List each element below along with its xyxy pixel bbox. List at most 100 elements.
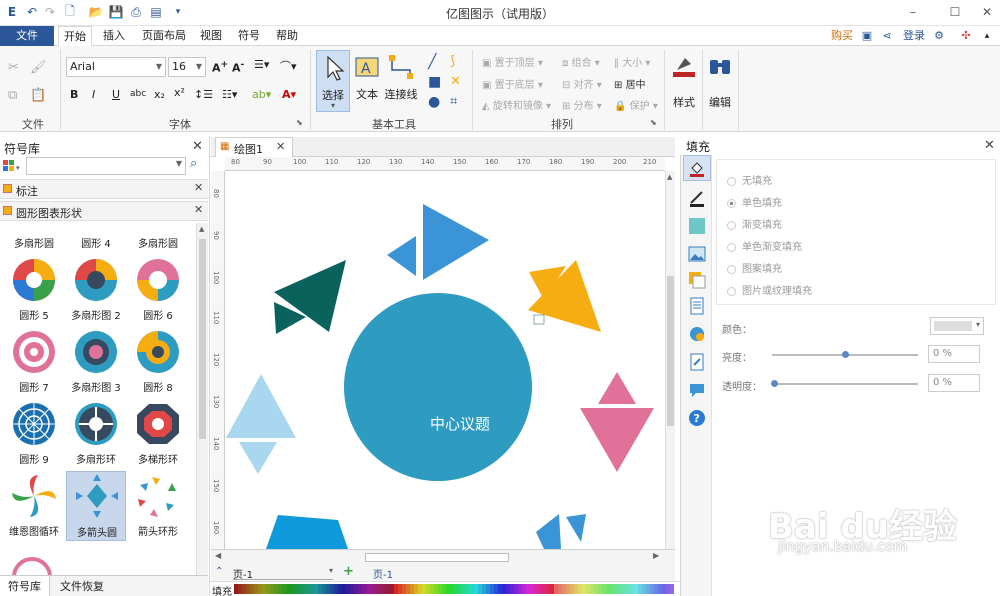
scroll-thumb[interactable]: [667, 276, 674, 426]
edit-button[interactable]: 编辑: [704, 50, 736, 112]
crop-icon[interactable]: ⌗: [450, 94, 457, 109]
curve-text-icon[interactable]: ⌒▾: [280, 58, 297, 74]
font-name-select[interactable]: Arial ▼: [66, 57, 166, 77]
line-style-icon[interactable]: [688, 189, 706, 207]
fill-option-texture[interactable]: 图片或纹理填充: [727, 282, 812, 297]
line-icon[interactable]: ╱: [428, 54, 436, 70]
brightness-slider-knob[interactable]: [842, 351, 849, 358]
selection-handle[interactable]: [533, 314, 545, 325]
file-menu-button[interactable]: 文件: [0, 26, 54, 46]
close-section-icon[interactable]: ✕: [194, 203, 203, 216]
arrow-shape-top-small[interactable]: [387, 236, 416, 276]
shape-item[interactable]: 多扇形环: [66, 401, 126, 469]
format-painter-icon[interactable]: 🖌: [30, 60, 47, 75]
grow-font-icon[interactable]: A+: [212, 59, 228, 75]
arrow-shape-left[interactable]: [226, 374, 296, 438]
rectangle-icon[interactable]: ■: [428, 74, 441, 90]
font-dialog-launcher-icon[interactable]: ⬊: [296, 118, 303, 127]
arrow-shape-top[interactable]: [423, 204, 489, 280]
tab-view[interactable]: 视图: [196, 26, 226, 46]
select-tool-button[interactable]: 选择 ▾: [316, 50, 350, 112]
help-icon[interactable]: ?: [688, 409, 706, 427]
copy-icon[interactable]: ⧉: [8, 88, 17, 103]
minimize-button[interactable]: –: [902, 2, 924, 22]
close-fill-panel-icon[interactable]: ✕: [984, 138, 995, 153]
shadow-icon[interactable]: [688, 217, 706, 235]
library-menu-button[interactable]: ▾: [2, 157, 24, 175]
fill-option-none[interactable]: 无填充: [727, 172, 772, 187]
arrow-shape-left-small[interactable]: [239, 442, 277, 474]
buy-link[interactable]: 购买: [828, 26, 856, 46]
strikethrough-icon[interactable]: abc: [130, 89, 146, 99]
page-selector[interactable]: 页-1 ▾: [233, 566, 333, 581]
center-button[interactable]: ⊞ 居中: [614, 76, 646, 91]
tab-file-recovery[interactable]: 文件恢复: [60, 578, 104, 594]
ellipse-icon[interactable]: ●: [428, 94, 440, 110]
rotate-mirror-button[interactable]: ◭ 旋转和镜像 ▾: [482, 97, 551, 112]
search-icon[interactable]: ⌕: [190, 156, 197, 171]
shape-item[interactable]: 多扇形图 2: [66, 257, 126, 325]
color-swatch[interactable]: [670, 584, 674, 594]
superscript-icon[interactable]: x²: [174, 86, 185, 99]
distribute-button[interactable]: ⊞ 分布 ▾: [562, 97, 602, 112]
hyperlink-icon[interactable]: [688, 325, 706, 343]
shape-item[interactable]: 多梯形环: [128, 401, 188, 469]
bold-icon[interactable]: B: [70, 88, 78, 101]
center-topic-text[interactable]: 中心议题: [390, 413, 530, 434]
share-icon[interactable]: ⋖: [880, 26, 894, 46]
layer-icon[interactable]: [688, 271, 706, 289]
canvas-horizontal-scrollbar[interactable]: ◀ ▶: [211, 549, 675, 565]
maximize-button[interactable]: ☐: [944, 2, 966, 22]
add-page-icon[interactable]: +: [343, 564, 354, 579]
drawing-canvas[interactable]: 80 90 100 110 120 130 140 150 160 170 18…: [211, 157, 675, 549]
line-spacing-icon[interactable]: ↕☰: [194, 88, 213, 101]
transparency-slider-track[interactable]: [772, 383, 918, 385]
plugin-icon[interactable]: ✣: [958, 26, 974, 46]
arrow-shape-bottom-left[interactable]: [266, 515, 348, 549]
style-button[interactable]: 样式: [668, 50, 700, 112]
shape-item-partial[interactable]: [10, 547, 54, 575]
scroll-up-icon[interactable]: ▲: [199, 225, 204, 233]
collapse-ribbon-icon[interactable]: ▴: [980, 26, 994, 46]
close-tab-icon[interactable]: ✕: [276, 140, 285, 153]
tab-page-layout[interactable]: 页面布局: [138, 26, 190, 46]
canvas-vertical-scrollbar[interactable]: ▲: [665, 171, 675, 549]
close-window-button[interactable]: ✕: [976, 2, 998, 22]
paragraph-icon[interactable]: ☰▾: [254, 58, 269, 71]
brightness-value[interactable]: 0 %: [928, 345, 980, 363]
shape-item-selected[interactable]: 多箭头圆: [66, 471, 126, 541]
arrow-shape-right[interactable]: [580, 408, 654, 472]
scroll-up-icon[interactable]: ▲: [667, 173, 672, 181]
page-tab[interactable]: 页-1: [373, 566, 393, 581]
align-button[interactable]: ⊟ 对齐 ▾: [562, 76, 602, 91]
tab-symbol[interactable]: 符号: [234, 26, 264, 46]
arrange-dialog-launcher-icon[interactable]: ⬊: [650, 118, 657, 127]
fill-option-gradient[interactable]: 渐变填充: [727, 216, 782, 231]
shape-item[interactable]: 圆形 5: [4, 257, 64, 325]
italic-icon[interactable]: I: [92, 88, 95, 101]
login-link[interactable]: 登录: [900, 26, 928, 46]
fill-option-solid[interactable]: 单色填充: [727, 194, 782, 209]
tab-insert[interactable]: 插入: [98, 26, 130, 46]
cut-icon[interactable]: ✂: [8, 60, 19, 75]
font-size-select[interactable]: 16 ▼: [168, 57, 206, 77]
size-button[interactable]: ‖ 大小 ▾: [614, 54, 650, 69]
shape-item[interactable]: 圆形 6: [128, 257, 188, 325]
scroll-right-icon[interactable]: ▶: [653, 551, 659, 560]
close-library-icon[interactable]: ✕: [192, 139, 203, 154]
color-swatches[interactable]: [234, 584, 674, 594]
group-button[interactable]: ⧈ 组合 ▾: [562, 54, 600, 69]
tab-help[interactable]: 帮助: [272, 26, 302, 46]
chevron-up-icon[interactable]: ⌃: [215, 566, 223, 577]
arrow-shape-bottom-right[interactable]: [536, 514, 561, 549]
image-insert-icon[interactable]: [688, 245, 706, 263]
send-to-back-button[interactable]: ▣ 置于底层 ▾: [482, 76, 543, 91]
bullets-icon[interactable]: ☷▾: [222, 88, 237, 101]
page-properties-icon[interactable]: [688, 297, 706, 315]
underline-icon[interactable]: U: [112, 88, 120, 101]
protect-button[interactable]: 🔒 保护 ▾: [614, 97, 658, 112]
library-section-circle-charts[interactable]: 圆形图表形状 ✕: [0, 201, 208, 221]
library-scrollbar[interactable]: ▲: [196, 223, 208, 575]
font-color-icon[interactable]: A▾: [282, 88, 296, 101]
scroll-left-icon[interactable]: ◀: [215, 551, 221, 560]
